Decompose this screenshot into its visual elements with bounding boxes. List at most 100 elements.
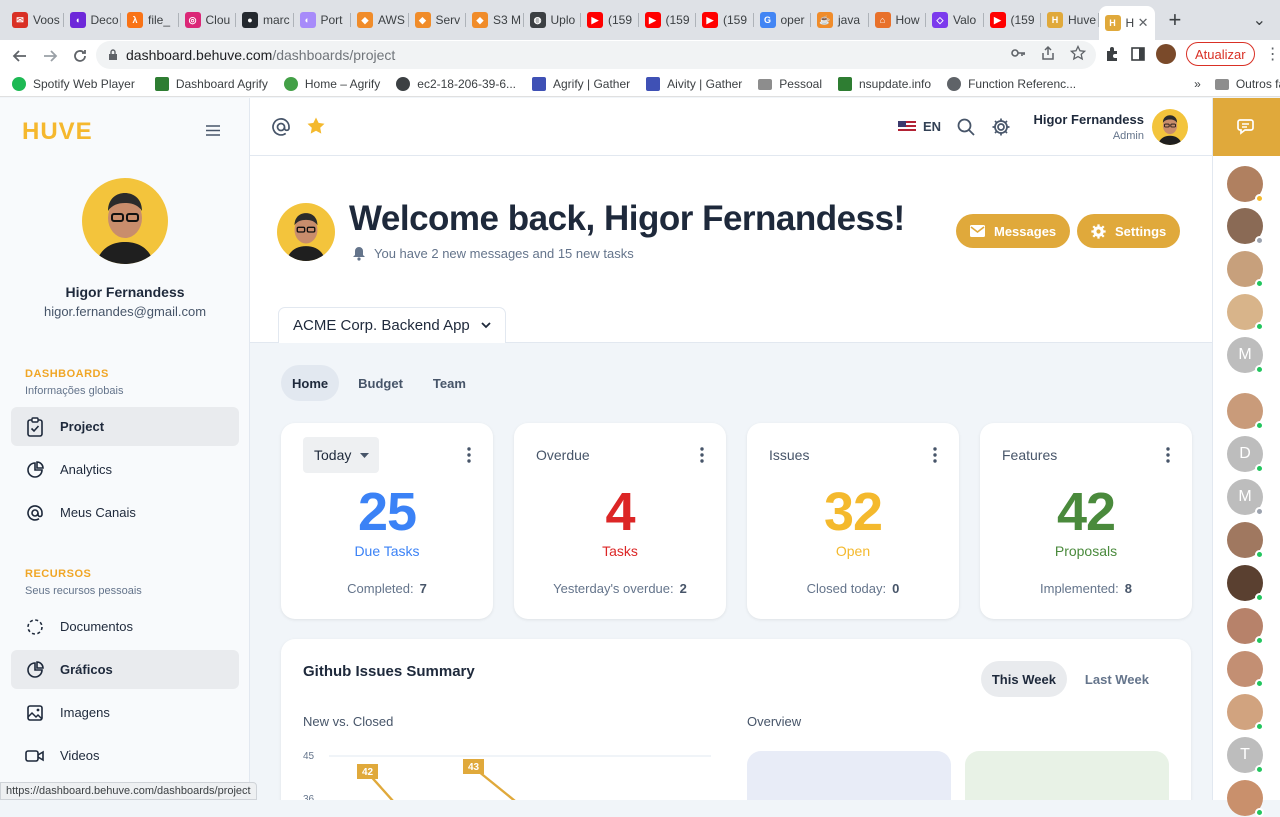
bookmark-item[interactable]: Home – Agrify (283, 77, 380, 91)
bookmark-folder[interactable]: Pessoal (758, 77, 822, 91)
browser-tab[interactable]: ◆ S3 M (466, 5, 524, 35)
bookmark-item[interactable]: Spotify Web Player (12, 77, 135, 91)
browser-tab[interactable]: Goper (754, 5, 812, 35)
bookmark-item[interactable]: Agrify | Gather (532, 77, 630, 91)
forward-icon[interactable] (36, 42, 64, 70)
tab-team[interactable]: Team (422, 365, 477, 401)
sidepanel-icon[interactable] (1130, 46, 1146, 62)
browser-tab[interactable]: λ file_ (121, 5, 179, 35)
contact-avatar[interactable] (1227, 651, 1264, 688)
contact-avatar[interactable] (1227, 565, 1264, 602)
new-vs-closed-chart: 45 36 42 43 (303, 751, 711, 800)
nav-item-documentos[interactable]: Documentos (11, 607, 239, 646)
contact-avatar[interactable] (1227, 694, 1264, 731)
browser-tab[interactable]: ⌂ How (869, 5, 927, 35)
key-icon[interactable] (1010, 45, 1026, 61)
bookmark-item[interactable]: Dashboard Agrify (154, 77, 268, 91)
contact-avatar[interactable] (1227, 393, 1264, 430)
contact-avatar[interactable]: M (1227, 479, 1264, 516)
sidebar: HUVE Higor Fernandess higor.fernandes@gm… (0, 98, 250, 800)
contact-avatar[interactable] (1227, 522, 1264, 559)
browser-tab[interactable]: ◎ Clou (179, 5, 237, 35)
contact-avatar[interactable] (1227, 780, 1264, 817)
bookmark-item[interactable]: ec2-18-206-39-6... (396, 77, 516, 91)
browser-tab[interactable]: ◆ Serv (409, 5, 467, 35)
bookmarks-more[interactable]: » (1194, 77, 1201, 91)
browser-tab[interactable]: ◆ AWS (351, 5, 409, 35)
browser-tab[interactable]: ✉ Voos (6, 5, 64, 35)
contact-avatar[interactable]: T (1227, 737, 1264, 774)
bookmark-item[interactable]: Function Referenc... (947, 77, 1076, 91)
contact-avatar[interactable]: M (1227, 337, 1264, 374)
more-icon[interactable]: ⋮ (1265, 44, 1280, 64)
address-bar[interactable]: dashboard.behuve.com/dashboards/project (96, 41, 1096, 69)
nav-item-project[interactable]: Project (11, 407, 239, 446)
presence-dot (1255, 765, 1264, 774)
nav-item-graficos[interactable]: Gráficos (11, 650, 239, 689)
nav-item-videos[interactable]: Videos (11, 736, 239, 775)
search-icon[interactable] (956, 117, 976, 137)
more-vertical-icon[interactable] (933, 447, 937, 463)
contact-avatar[interactable] (1227, 294, 1264, 331)
new-tab-icon[interactable]: + (1169, 9, 1182, 31)
contact-avatar[interactable] (1227, 251, 1264, 288)
browser-tab[interactable]: ◇ Valo (926, 5, 984, 35)
share-icon[interactable] (1040, 45, 1056, 61)
project-selector[interactable]: ACME Corp. Backend App (278, 307, 506, 343)
at-icon[interactable] (271, 117, 291, 137)
presence-dot (1255, 507, 1264, 516)
user-menu[interactable]: Higor Fernandess Admin (1033, 112, 1144, 142)
tab-home[interactable]: Home (281, 365, 340, 401)
profile-avatar[interactable] (1156, 44, 1176, 64)
language-selector[interactable]: EN (898, 119, 941, 134)
huve-logo[interactable]: HUVE (22, 118, 93, 146)
nav-item-meus-canais[interactable]: Meus Canais (11, 493, 239, 532)
bookmark-item[interactable]: Aivity | Gather (646, 77, 742, 91)
chat-button[interactable] (1213, 98, 1280, 156)
bookmark-star-icon[interactable] (1070, 45, 1086, 61)
group-title: RECURSOS (25, 568, 92, 580)
browser-tab[interactable]: ◐ Port (294, 5, 352, 35)
browser-tab[interactable]: ▶ (159 (581, 5, 639, 35)
tab-budget[interactable]: Budget (347, 365, 414, 401)
reload-icon[interactable] (66, 42, 94, 70)
contact-avatar[interactable]: D (1227, 436, 1264, 473)
more-vertical-icon[interactable] (467, 447, 471, 463)
back-icon[interactable] (6, 42, 34, 70)
close-tab-icon[interactable]: ✕ (1138, 15, 1149, 31)
contact-avatar[interactable] (1227, 208, 1264, 245)
more-vertical-icon[interactable] (1166, 447, 1170, 463)
browser-tab[interactable]: ☕ java (811, 5, 869, 35)
browser-tab[interactable]: ▶ (159 (696, 5, 754, 35)
more-vertical-icon[interactable] (700, 447, 704, 463)
browser-tab[interactable]: H Huve (1041, 5, 1099, 35)
gear-icon[interactable] (991, 117, 1011, 137)
bookmark-folder[interactable]: Outros favoritos (1214, 77, 1280, 91)
contact-avatar[interactable] (1227, 166, 1264, 203)
nav-item-imagens[interactable]: Imagens (11, 693, 239, 732)
this-week-button[interactable]: This Week (980, 661, 1067, 697)
presence-dot (1255, 194, 1264, 203)
update-button[interactable]: Atualizar (1186, 42, 1255, 66)
period-dropdown[interactable]: Today (303, 437, 379, 473)
bookmark-item[interactable]: nsupdate.info (838, 77, 931, 91)
tab-search-icon[interactable]: ⌄ (1253, 10, 1266, 30)
presence-dot (1255, 593, 1264, 602)
extensions-icon[interactable] (1104, 46, 1120, 62)
browser-tab[interactable]: ▶ (159 (984, 5, 1042, 35)
features-label: Proposals (1054, 543, 1118, 559)
browser-tab[interactable]: ◍ Uplo (524, 5, 582, 35)
browser-tab[interactable]: ◖ Deco (64, 5, 122, 35)
browser-tab[interactable]: ▶ (159 (639, 5, 697, 35)
avatar[interactable] (1152, 109, 1188, 145)
browser-tab[interactable]: ● marc (236, 5, 294, 35)
messages-button[interactable]: Messages (956, 214, 1071, 248)
issues-card: Issues 32 Open Closed today: 0 (747, 423, 959, 619)
menu-icon[interactable] (206, 125, 220, 136)
nav-item-analytics[interactable]: Analytics (11, 450, 239, 489)
contact-avatar[interactable] (1227, 608, 1264, 645)
settings-button[interactable]: Settings (1077, 214, 1181, 248)
favorite-star-icon[interactable] (306, 116, 326, 136)
browser-tab-active[interactable]: H H ✕ (1098, 6, 1155, 40)
last-week-button[interactable]: Last Week (1074, 661, 1160, 697)
